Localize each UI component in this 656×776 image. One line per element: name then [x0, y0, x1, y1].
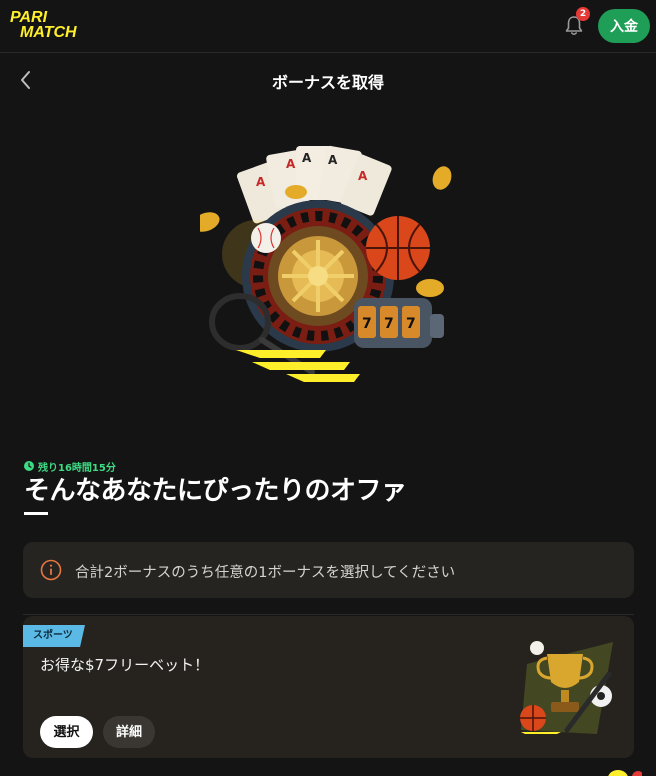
casino-hero-illustration: A A A A A 7 7 7	[200, 145, 452, 382]
svg-text:7: 7	[362, 316, 372, 332]
details-button[interactable]: 詳細	[103, 716, 155, 748]
svg-text:A: A	[286, 157, 296, 171]
bonus-card[interactable]: スポーツ お得な$7フリーベット！ 選択 詳細	[23, 616, 634, 758]
svg-text:A: A	[358, 169, 368, 183]
deposit-button[interactable]: 入金	[598, 9, 650, 43]
logo-line-2: MATCH	[20, 24, 77, 41]
svg-text:7: 7	[406, 316, 416, 332]
svg-text:7: 7	[384, 316, 394, 332]
page-title: ボーナスを取得	[271, 73, 384, 92]
offer-headline: そんなあなたにぴったりのオファ	[24, 476, 407, 506]
info-circle-icon	[40, 559, 62, 581]
section-divider	[23, 614, 634, 615]
info-text: 合計2ボーナスのうち任意の1ボーナスを選択してください	[75, 565, 456, 581]
bonus-title: お得な$7フリーベット！	[40, 656, 210, 674]
page-header: ボーナスを取得	[0, 52, 656, 108]
info-banner: 合計2ボーナスのうち任意の1ボーナスを選択してください	[23, 542, 634, 598]
svg-text:A: A	[302, 151, 312, 165]
baseball	[251, 223, 281, 253]
basketball	[366, 216, 430, 280]
headline-underline	[24, 512, 48, 515]
notification-badge: 2	[576, 7, 590, 21]
parimatch-logo[interactable]: PARI MATCH	[8, 9, 100, 43]
logo-line-1: PARI	[10, 9, 48, 26]
svg-text:A: A	[256, 175, 266, 189]
slot-machine: 7 7 7	[354, 298, 444, 348]
yellow-splash	[236, 350, 360, 382]
category-tag: スポーツ	[23, 625, 85, 647]
top-bar: PARI MATCH 2 入金	[0, 0, 656, 53]
svg-text:A: A	[328, 153, 338, 167]
next-card-peek	[608, 770, 642, 776]
select-button[interactable]: 選択	[40, 716, 93, 748]
sports-trophy-illustration	[520, 641, 613, 734]
